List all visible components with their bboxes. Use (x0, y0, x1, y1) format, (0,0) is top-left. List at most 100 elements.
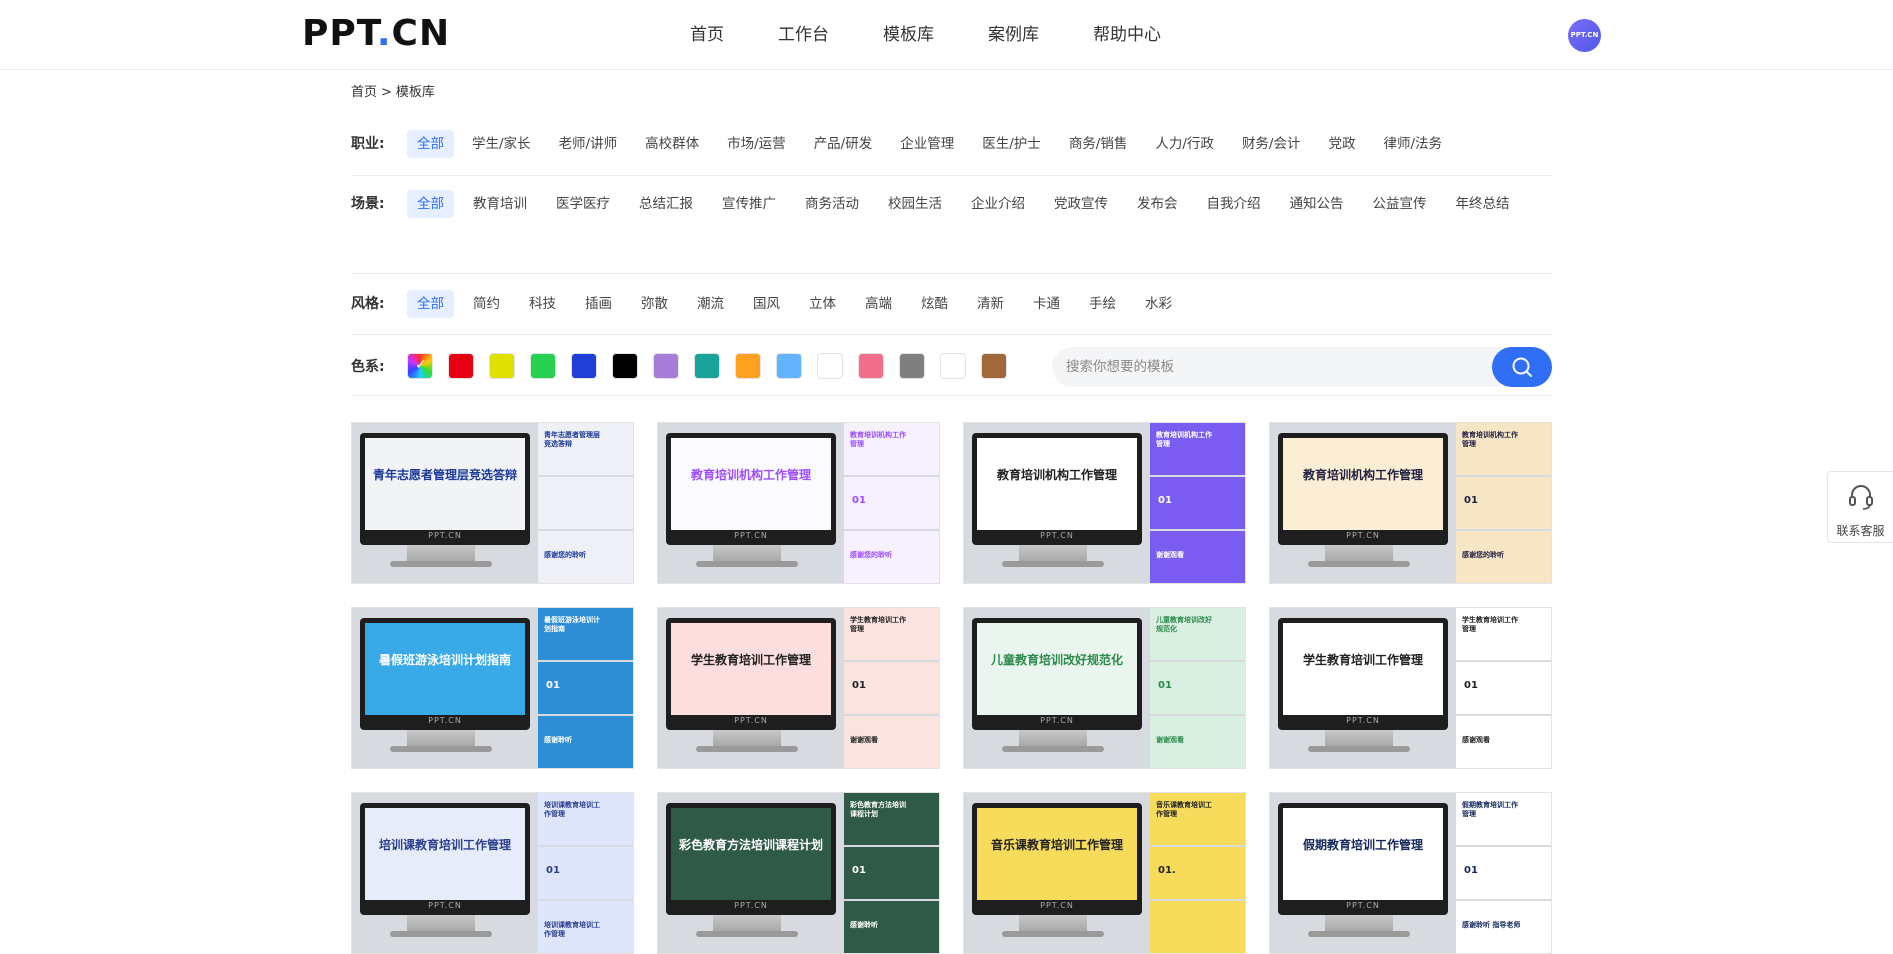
color-swatch[interactable] (940, 353, 966, 379)
color-swatch[interactable] (735, 353, 761, 379)
breadcrumb-home[interactable]: 首页 (351, 83, 377, 103)
filter-scene-option[interactable]: 医学医疗 (546, 190, 620, 218)
filter-job-option[interactable]: 医生/护士 (972, 130, 1051, 158)
template-card[interactable]: 学生教育培训工作管理 PPT.CN 学生教育培训工作管理 01 谢谢观看 (657, 607, 940, 769)
slide-cover: 教育培训机构工作管理 (977, 438, 1137, 530)
monitor-stand (407, 730, 475, 746)
filter-style-option[interactable]: 水彩 (1135, 290, 1182, 318)
filter-style-option[interactable]: 高端 (855, 290, 902, 318)
thumb-cover: 假期教育培训工作管理 (1456, 793, 1551, 845)
monitor-preview: 学生教育培训工作管理 PPT.CN (1278, 618, 1448, 730)
color-swatch[interactable] (981, 353, 1007, 379)
thumb-section: 01 (844, 847, 939, 899)
filter-scene-option[interactable]: 企业介绍 (961, 190, 1035, 218)
color-swatch[interactable] (612, 353, 638, 379)
monitor-preview: 彩色教育方法培训课程计划 PPT.CN (666, 803, 836, 915)
filter-scene-option[interactable]: 全部 (407, 190, 454, 218)
template-card[interactable]: 教育培训机构工作管理 PPT.CN 教育培训机构工作管理 01 谢谢观看 (963, 422, 1246, 584)
template-card[interactable]: 假期教育培训工作管理 PPT.CN 假期教育培训工作管理 01 感谢聆听 指导老师 (1269, 792, 1552, 954)
filter-job-option[interactable]: 产品/研发 (804, 130, 883, 158)
color-swatch[interactable] (489, 353, 515, 379)
filter-scene-option[interactable]: 宣传推广 (712, 190, 786, 218)
filter-style-option[interactable]: 立体 (799, 290, 846, 318)
monitor-base (390, 931, 492, 937)
filter-style-option[interactable]: 弥散 (631, 290, 678, 318)
filter-job-option[interactable]: 高校群体 (635, 130, 709, 158)
template-card[interactable]: 音乐课教育培训工作管理 PPT.CN 音乐课教育培训工作管理 01. (963, 792, 1246, 954)
nav-cases[interactable]: 案例库 (988, 0, 1039, 70)
color-swatch[interactable] (817, 353, 843, 379)
filter-scene-option[interactable]: 通知公告 (1280, 190, 1354, 218)
template-card[interactable]: 暑假班游泳培训计划指南 PPT.CN 暑假班游泳培训计划指南 01 感谢聆听 (351, 607, 634, 769)
filter-job-option[interactable]: 党政 (1319, 130, 1366, 158)
filter-job-option[interactable]: 财务/会计 (1232, 130, 1311, 158)
filter-style-option[interactable]: 手绘 (1079, 290, 1126, 318)
thumb-title: 彩色教育方法培训课程计划 (850, 801, 906, 818)
slide-title: 假期教育培训工作管理 (1302, 838, 1423, 852)
filter-job-option[interactable]: 老师/讲师 (549, 130, 628, 158)
color-swatch[interactable] (448, 353, 474, 379)
filter-job-option[interactable]: 企业管理 (890, 130, 964, 158)
search-input[interactable] (1066, 347, 1466, 387)
filter-scene-option[interactable]: 年终总结 (1446, 190, 1520, 218)
filter-style-option[interactable]: 简约 (463, 290, 510, 318)
nav-workbench[interactable]: 工作台 (778, 0, 829, 70)
filter-style-option[interactable]: 潮流 (687, 290, 734, 318)
filter-style-option[interactable]: 国风 (743, 290, 790, 318)
slide-thumbnails: 学生教育培训工作管理 01 感谢观看 (1456, 608, 1551, 768)
filter-style-option[interactable]: 插画 (575, 290, 622, 318)
site-logo[interactable]: PPT.CN (302, 14, 450, 54)
filter-job-option[interactable]: 律师/法务 (1374, 130, 1453, 158)
color-swatch[interactable] (653, 353, 679, 379)
thumb-cover: 暑假班游泳培训计划指南 (538, 608, 633, 660)
filter-scene-option[interactable]: 教育培训 (463, 190, 537, 218)
filter-job-option[interactable]: 学生/家长 (462, 130, 541, 158)
template-card[interactable]: 教育培训机构工作管理 PPT.CN 教育培训机构工作管理 01 感谢您的聆听 (1269, 422, 1552, 584)
monitor-preview: 教育培训机构工作管理 PPT.CN (972, 433, 1142, 545)
color-swatch-all[interactable] (407, 353, 433, 379)
filter-job-option[interactable]: 全部 (407, 130, 454, 158)
thumb-cover: 教育培训机构工作管理 (1150, 423, 1245, 475)
filter-job-option[interactable]: 商务/销售 (1059, 130, 1138, 158)
search-button[interactable] (1492, 347, 1552, 387)
template-card[interactable]: 儿童教育培训改好规范化 PPT.CN 儿童教育培训改好规范化 01 谢谢观看 (963, 607, 1246, 769)
nav-help[interactable]: 帮助中心 (1093, 0, 1161, 70)
color-swatch[interactable] (530, 353, 556, 379)
template-card[interactable]: 彩色教育方法培训课程计划 PPT.CN 彩色教育方法培训课程计划 01 感谢聆听 (657, 792, 940, 954)
filter-style-options: 全部 简约 科技 插画 弥散 潮流 国风 立体 高端 炫酷 清新 卡通 手绘 水彩 (407, 290, 1552, 318)
search-icon (1512, 357, 1532, 377)
template-card[interactable]: 培训课教育培训工作管理 PPT.CN 培训课教育培训工作管理 01 培训课教育培训工作管… (351, 792, 634, 954)
filter-style-option[interactable]: 全部 (407, 290, 454, 318)
filter-style-option[interactable]: 清新 (967, 290, 1014, 318)
filter-style-option[interactable]: 科技 (519, 290, 566, 318)
filter-scene-option[interactable]: 总结汇报 (629, 190, 703, 218)
color-swatch[interactable] (571, 353, 597, 379)
color-swatch[interactable] (858, 353, 884, 379)
nav-home[interactable]: 首页 (690, 0, 724, 70)
color-swatch[interactable] (899, 353, 925, 379)
filter-scene-option[interactable]: 公益宣传 (1363, 190, 1437, 218)
filter-scene-option[interactable]: 发布会 (1127, 190, 1188, 218)
thumb-end-text: 感谢聆听 (850, 921, 878, 929)
nav-templates[interactable]: 模板库 (883, 0, 934, 70)
filter-scene-option[interactable]: 校园生活 (878, 190, 952, 218)
template-card[interactable]: 学生教育培训工作管理 PPT.CN 学生教育培训工作管理 01 感谢观看 (1269, 607, 1552, 769)
color-swatch[interactable] (776, 353, 802, 379)
filter-style-option[interactable]: 炫酷 (911, 290, 958, 318)
filter-scene-option[interactable]: 商务活动 (795, 190, 869, 218)
filter-style-option[interactable]: 卡通 (1023, 290, 1070, 318)
filter-scene-option[interactable]: 自我介绍 (1197, 190, 1271, 218)
customer-service-float[interactable]: 联系客服 (1827, 471, 1893, 543)
template-card[interactable]: 教育培训机构工作管理 PPT.CN 教育培训机构工作管理 01 感谢您的聆听 (657, 422, 940, 584)
monitor-brand: PPT.CN (734, 901, 768, 910)
breadcrumb: 首页 > 模板库 (351, 83, 435, 103)
thumb-cover: 教育培训机构工作管理 (844, 423, 939, 475)
color-swatch[interactable] (694, 353, 720, 379)
thumb-number: 01. (1158, 865, 1176, 876)
filter-job-option[interactable]: 市场/运营 (717, 130, 796, 158)
thumb-number: 01 (1158, 495, 1172, 506)
filter-scene-option[interactable]: 党政宣传 (1044, 190, 1118, 218)
template-card[interactable]: 青年志愿者管理层竞选答辩 PPT.CN 青年志愿者管理层竞选答辩 感谢您的聆听 (351, 422, 634, 584)
filter-job-option[interactable]: 人力/行政 (1145, 130, 1224, 158)
user-avatar[interactable]: PPT.CN (1568, 19, 1601, 52)
